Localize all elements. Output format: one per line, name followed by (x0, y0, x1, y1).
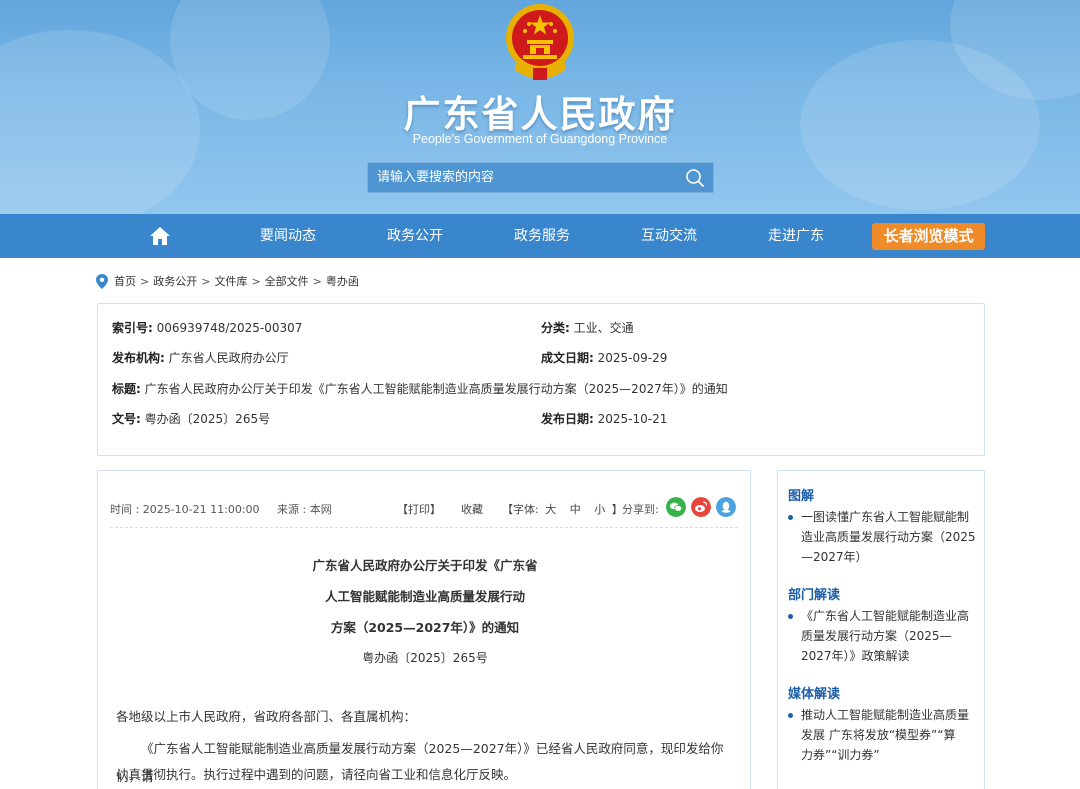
search-input[interactable] (368, 163, 668, 192)
article-meta: 时间 : 2025-10-21 11:00:00 来源 : 本网 (110, 501, 332, 517)
article-source: 来源 : 本网 (277, 503, 332, 516)
bullet-dot (788, 614, 793, 619)
breadcrumb-file-library[interactable]: 文件库 (214, 273, 247, 289)
media-item-line-3: 力券”“训力券” (801, 748, 880, 762)
graphic-item-line-1: 一图读懂广东省人工智能赋能制 (801, 510, 970, 524)
article-panel: 时间 : 2025-10-21 11:00:00 来源 : 本网 【打印】 收藏… (97, 470, 751, 789)
qq-share-icon[interactable] (716, 497, 736, 517)
info-created-date: 成文日期: 2025-09-29 (541, 349, 667, 366)
location-pin-icon (96, 273, 108, 289)
dept-item-line-1: 《广东省人工智能赋能制造业高 (801, 609, 970, 623)
media-item[interactable]: 推动人工智能赋能制造业高质量 发展 广东将发放“模型券”“算 力券”“训力券” (788, 705, 976, 765)
info-org-label: 发布机构: (112, 351, 165, 365)
document-info-panel: 索引号: 006939748/2025-00307 分类: 工业、交通 发布机构… (97, 303, 985, 456)
info-title-label: 标题: (112, 382, 141, 396)
info-title-value: 广东省人民政府办公厅关于印发《广东省人工智能赋能制造业高质量发展行动方案（202… (144, 382, 728, 396)
info-published-value: 2025-10-21 (597, 412, 668, 426)
body-paragraph-line-2: 认真贯彻执行。执行过程中遇到的问题，请径向省工业和信息化厅反映。 (116, 767, 517, 782)
nav-item-gov-services[interactable]: 政务服务 (500, 214, 584, 258)
search-icon[interactable] (685, 168, 705, 188)
graphic-item[interactable]: 一图读懂广东省人工智能赋能制 造业高质量发展行动方案（2025 —2027年） (788, 507, 976, 567)
info-index: 索引号: 006939748/2025-00307 (112, 319, 302, 336)
home-icon[interactable] (149, 225, 171, 247)
info-created-label: 成文日期: (541, 351, 594, 365)
info-category-value: 工业、交通 (573, 321, 634, 335)
font-size-control: 【字体: 大 中 小 】 (502, 501, 623, 517)
info-docno-value: 粤办函〔2025〕265号 (144, 412, 271, 426)
media-item-line-1: 推动人工智能赋能制造业高质量 (801, 708, 970, 722)
related-interpretations-sidebar: 图解 一图读懂广东省人工智能赋能制 造业高质量发展行动方案（2025 —2027… (777, 470, 985, 789)
document-title-line-2: 人工智能赋能制造业高质量发展行动 (324, 589, 525, 604)
font-small-button[interactable]: 小 (594, 503, 605, 516)
font-medium-button[interactable]: 中 (570, 503, 581, 516)
nav-item-gov-affairs[interactable]: 政务公开 (373, 214, 457, 258)
salutation: 各地级以上市人民政府，省政府各部门、各直属机构： (116, 709, 417, 724)
breadcrumb: 首页 > 政务公开 > 文件库 > 全部文件 > 粤办函 (96, 272, 359, 290)
breadcrumb-separator: > (312, 274, 322, 288)
breadcrumb-home[interactable]: 首页 (114, 273, 136, 289)
nav-item-news[interactable]: 要闻动态 (246, 214, 330, 258)
weibo-share-icon[interactable] (691, 497, 711, 517)
breadcrumb-separator: > (251, 274, 261, 288)
breadcrumb-all-files[interactable]: 全部文件 (265, 273, 309, 289)
elder-mode-button[interactable]: 长者浏览模式 (872, 223, 985, 250)
site-subtitle: People's Government of Guangdong Provinc… (412, 132, 668, 146)
breadcrumb-gov-affairs[interactable]: 政务公开 (153, 273, 197, 289)
graphic-item-line-3: —2027年） (801, 550, 868, 564)
share-label: 分享到: (622, 503, 659, 516)
breadcrumb-separator: > (140, 274, 150, 288)
document-title-line-1: 广东省人民政府办公厅关于印发《广东省 (312, 558, 538, 573)
national-emblem-icon (506, 4, 574, 80)
site-title: 广东省人民政府 (403, 93, 677, 136)
search-box (367, 162, 714, 193)
dept-heading: 部门解读 (788, 588, 841, 603)
nav-item-about-guangdong[interactable]: 走进广东 (754, 214, 838, 258)
info-published-label: 发布日期: (541, 412, 594, 426)
breadcrumb-separator: > (201, 274, 211, 288)
graphic-heading: 图解 (788, 489, 815, 504)
graphic-item-line-2: 造业高质量发展行动方案（2025 (801, 530, 976, 544)
font-large-button[interactable]: 大 (545, 503, 556, 516)
print-button[interactable]: 【打印】 (397, 501, 441, 517)
info-published-date: 发布日期: 2025-10-21 (541, 410, 667, 427)
info-org-value: 广东省人民政府办公厅 (168, 351, 289, 365)
info-index-label: 索引号: (112, 321, 153, 335)
dept-item-line-2: 质量发展行动方案（2025— (801, 629, 952, 643)
media-item-line-2: 发展 广东将发放“模型券”“算 (801, 728, 956, 742)
media-heading: 媒体解读 (788, 687, 841, 702)
document-title-line-3: 方案（2025—2027年）》的通知 (330, 620, 520, 635)
publish-time: 时间 : 2025-10-21 11:00:00 (110, 503, 260, 516)
bullet-dot (788, 713, 793, 718)
dept-item-line-3: 2027年）》政策解读 (801, 649, 910, 663)
favorite-button[interactable]: 收藏 (461, 501, 483, 517)
document-number: 粤办函〔2025〕265号 (362, 651, 488, 665)
breadcrumb-current[interactable]: 粤办函 (326, 273, 359, 289)
info-title: 标题: 广东省人民政府办公厅关于印发《广东省人工智能赋能制造业高质量发展行动方案… (112, 380, 728, 397)
meta-divider (110, 527, 738, 528)
wechat-share-icon[interactable] (666, 497, 686, 517)
nav-item-interaction[interactable]: 互动交流 (627, 214, 711, 258)
info-created-value: 2025-09-29 (597, 351, 668, 365)
info-category: 分类: 工业、交通 (541, 319, 634, 336)
info-index-value: 006939748/2025-00307 (156, 321, 303, 335)
info-category-label: 分类: (541, 321, 570, 335)
dept-item[interactable]: 《广东省人工智能赋能制造业高 质量发展行动方案（2025— 2027年）》政策解… (788, 606, 976, 666)
site-header: 广东省人民政府 People's Government of Guangdong… (0, 0, 1080, 214)
info-org: 发布机构: 广东省人民政府办公厅 (112, 349, 289, 366)
bullet-dot (788, 515, 793, 520)
font-size-prefix: 【字体: (502, 503, 539, 516)
info-docno-label: 文号: (112, 412, 141, 426)
info-doc-number: 文号: 粤办函〔2025〕265号 (112, 410, 270, 427)
